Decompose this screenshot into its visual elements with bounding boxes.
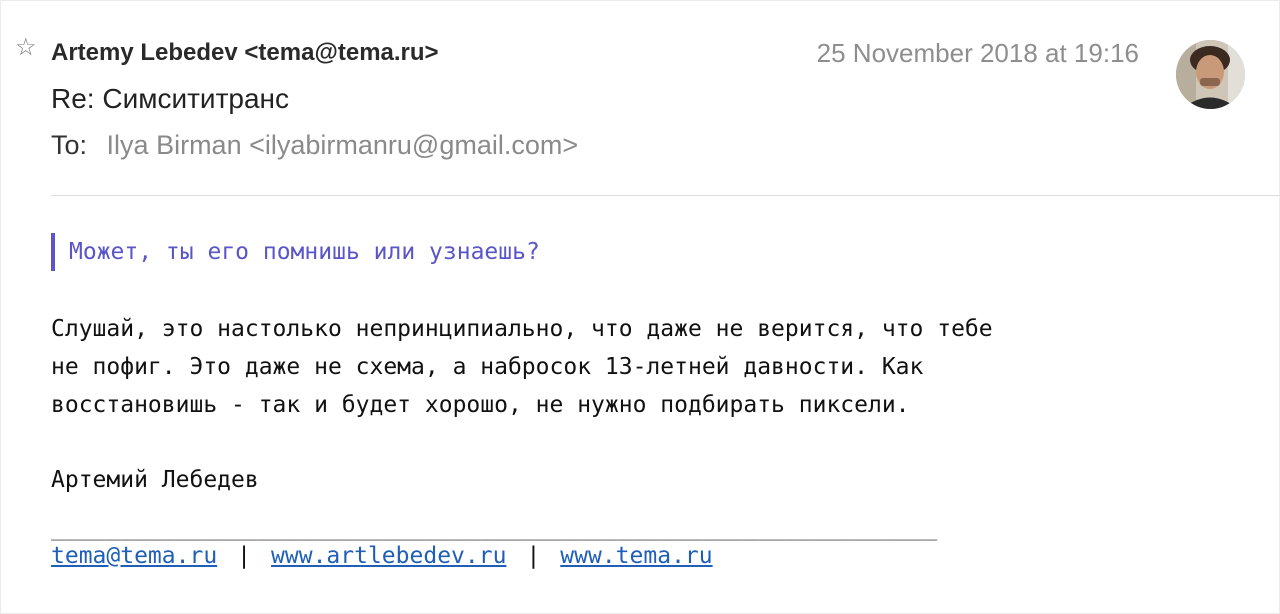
link-separator: |: [237, 543, 252, 569]
avatar-photo-icon: [1176, 40, 1245, 109]
to-label: To:: [51, 130, 88, 160]
recipient[interactable]: Ilya Birman <ilyabirmanru@gmail.com>: [107, 130, 579, 160]
quoted-text: Может, ты его помнишь или узнаешь?: [51, 233, 540, 271]
body-line-3: восстановишь - так и будет хорошо, не ну…: [51, 392, 910, 418]
link-separator: |: [526, 543, 541, 569]
signature-links: tema@tema.ru | www.artlebedev.ru | www.tema.…: [51, 537, 713, 575]
sender-avatar[interactable]: [1176, 40, 1245, 109]
email-subject: Re: Симсититранс: [51, 83, 289, 114]
sent-date: 25 November 2018 at 19:16: [816, 38, 1139, 68]
artlebedev-link[interactable]: www.artlebedev.ru: [271, 543, 506, 569]
sender[interactable]: Artemy Lebedev <tema@tema.ru>: [51, 39, 439, 67]
tema-site-link[interactable]: www.tema.ru: [560, 543, 712, 569]
recipient-row: To: Ilya Birman <ilyabirmanru@gmail.com>: [51, 130, 578, 161]
signature-name: Артемий Лебедев: [51, 467, 259, 493]
flag-star-icon[interactable]: ☆: [15, 36, 37, 60]
body-line-2: не пофиг. Это даже не схема, а набросок …: [51, 354, 924, 380]
body-line-1: Слушай, это настолько непринципиально, ч…: [51, 316, 993, 342]
email-link[interactable]: tema@tema.ru: [51, 543, 217, 569]
email-window: ☆ Artemy Lebedev <tema@tema.ru> 25 Novem…: [0, 0, 1280, 614]
header-divider: [51, 195, 1280, 196]
